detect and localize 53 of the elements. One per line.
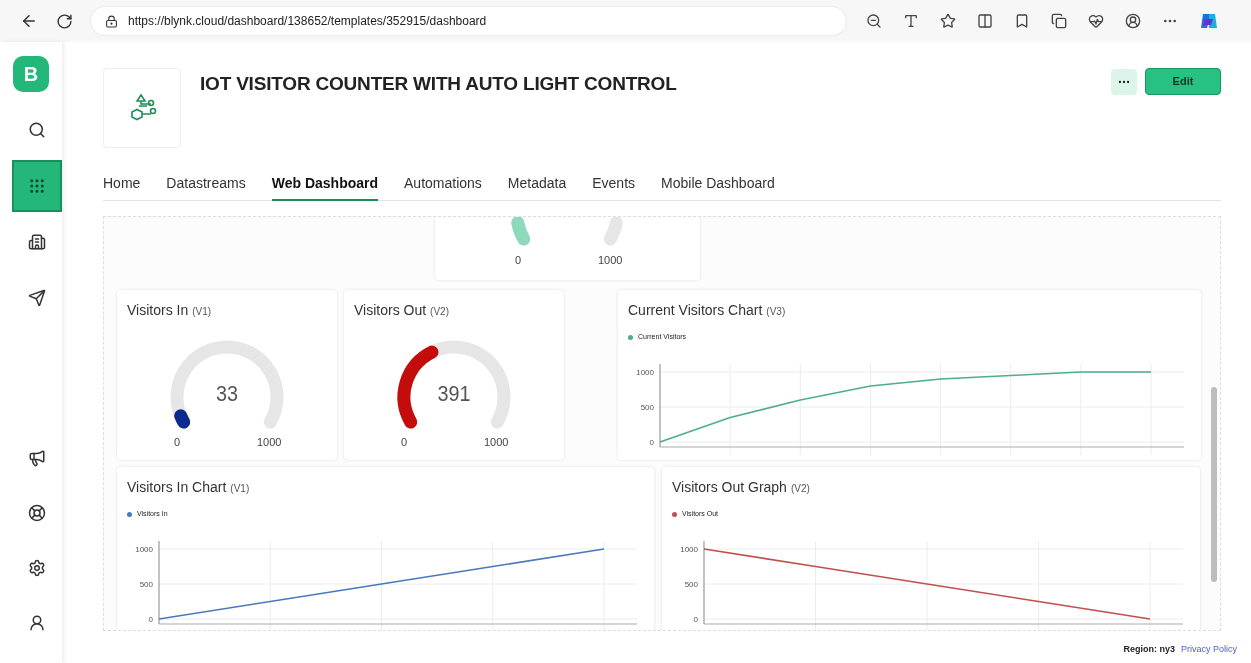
- gauge-min-label: 0: [174, 437, 181, 448]
- nav-tab[interactable]: Metadata: [507, 173, 567, 201]
- nav-tab[interactable]: Automations: [404, 173, 482, 201]
- widget-title: Visitors In Chart: [127, 478, 227, 497]
- nav-tab[interactable]: Mobile Dashboard: [661, 173, 775, 201]
- y-tick-label: 1000: [135, 545, 153, 554]
- privacy-policy-link[interactable]: Privacy Policy: [1181, 643, 1237, 657]
- nav-tab[interactable]: Events: [592, 173, 636, 201]
- nav-tab[interactable]: Home: [103, 173, 141, 201]
- copilot-logo[interactable]: [1199, 11, 1219, 31]
- y-tick-label: 0: [148, 615, 153, 624]
- gauge-value: 33: [215, 383, 239, 405]
- widget-title: Visitors Out Graph: [672, 478, 787, 497]
- gauge-max-label: 1000: [598, 255, 623, 266]
- nav-tab[interactable]: Web Dashboard: [271, 173, 379, 201]
- gauge-max-label: 1000: [257, 437, 282, 448]
- pin-label: (V3): [766, 305, 786, 319]
- y-tick-label: 500: [139, 580, 153, 589]
- pin-label: (V1): [230, 482, 250, 496]
- reload-icon[interactable]: [56, 12, 73, 30]
- y-tick-label: 500: [640, 403, 654, 412]
- y-tick-label: 0: [649, 438, 654, 447]
- avatar-icon[interactable]: [1125, 13, 1141, 29]
- text-icon[interactable]: [903, 13, 919, 29]
- star-icon[interactable]: [940, 13, 956, 29]
- lock-icon[interactable]: [105, 14, 118, 28]
- url-text: https://blynk.cloud/dashboard/138652/templates/352915/dashboard: [128, 13, 487, 30]
- pin-label: (V2): [790, 482, 810, 496]
- y-tick-label: 500: [684, 580, 698, 589]
- page-title: IOT VISITOR COUNTER WITH AUTO LIGHT CONTROL: [200, 72, 677, 96]
- widget-title: Visitors In: [127, 301, 189, 320]
- widget-title: Visitors Out: [354, 301, 427, 320]
- address-bar[interactable]: https://blynk.cloud/dashboard/138652/templates/352915/dashboard: [91, 7, 846, 35]
- y-tick-label: 1000: [680, 545, 698, 554]
- zoom-out-icon[interactable]: [866, 13, 882, 29]
- gauge-min-label: 0: [515, 255, 522, 266]
- region-label: Region: ny3: [1123, 643, 1175, 656]
- widget-title: Current Visitors Chart: [628, 301, 763, 320]
- pin-label: (V1): [192, 305, 212, 319]
- split-screen-icon[interactable]: [977, 13, 993, 29]
- back-icon[interactable]: [20, 12, 38, 30]
- heart-icon[interactable]: [1088, 13, 1104, 29]
- scrollbar-thumb[interactable]: [1211, 387, 1217, 582]
- gauge-min-label: 0: [401, 437, 408, 448]
- pin-label: (V2): [430, 305, 449, 319]
- y-tick-label: 1000: [636, 368, 654, 377]
- copy-icon[interactable]: [1051, 13, 1067, 29]
- edit-button[interactable]: Edit: [1145, 68, 1221, 95]
- bookmark-icon[interactable]: [1014, 13, 1030, 29]
- gauge-value: 391: [436, 383, 472, 405]
- y-tick-label: 0: [693, 615, 698, 624]
- gauge-max-label: 1000: [484, 437, 509, 448]
- nav-tab[interactable]: Datastreams: [166, 173, 246, 201]
